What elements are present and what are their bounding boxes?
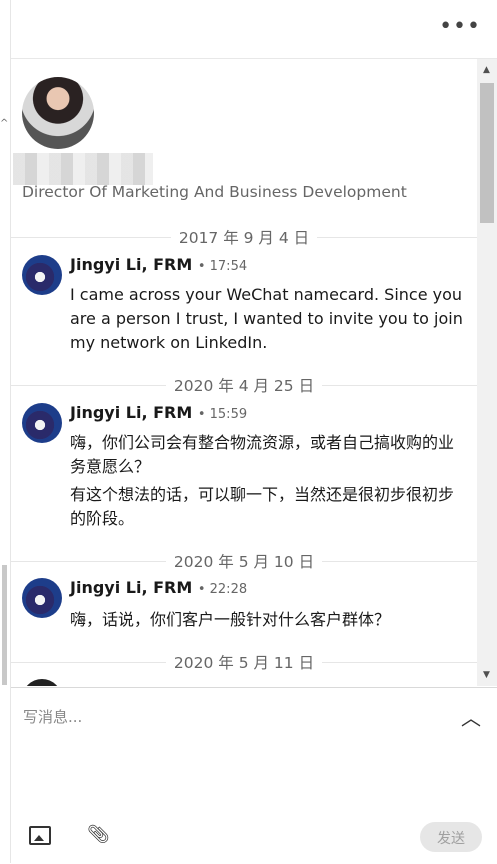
conversation-header: ••• bbox=[11, 0, 497, 59]
chevron-up-icon[interactable]: ︿ bbox=[461, 702, 481, 731]
message-scrollbar[interactable]: ▲ ▼ bbox=[477, 59, 497, 686]
message-line: my network on LinkedIn. bbox=[70, 333, 268, 352]
paperclip-icon[interactable]: 📎︎ bbox=[87, 824, 110, 845]
scroll-down-icon[interactable]: ▼ bbox=[483, 670, 490, 680]
sender-avatar[interactable] bbox=[22, 403, 62, 443]
message-line: 务意愿么？ bbox=[70, 457, 151, 476]
date-divider: 2017 年 9 月 4 日 bbox=[11, 225, 477, 249]
date-label: 2017 年 9 月 4 日 bbox=[170, 229, 318, 247]
sender-name[interactable]: Jingyi Li, FRM bbox=[70, 403, 192, 422]
avatar[interactable] bbox=[22, 77, 94, 149]
sender-avatar[interactable] bbox=[22, 255, 62, 295]
message-body: 嗨，你们公司会有整合物流资源，或者自己搞收购的业 务意愿么？ 有这个想法的话，可… bbox=[70, 431, 465, 531]
image-icon[interactable] bbox=[29, 826, 51, 845]
blurred-name bbox=[13, 153, 153, 185]
message-composer: 写消息... ︿ 📎︎ 发送 bbox=[11, 687, 497, 864]
message-time: • 17:54 bbox=[197, 259, 248, 274]
message-line: 嗨，你们公司会有整合物流资源，或者自己搞收购的业 bbox=[70, 433, 455, 452]
left-panel-edge: ^ bbox=[0, 0, 11, 863]
message-input[interactable]: 写消息... bbox=[23, 706, 82, 727]
date-label: 2020 年 5 月 10 日 bbox=[165, 553, 323, 571]
message-line: 嗨，话说，你们客户一般针对什么客户群体？ bbox=[70, 610, 391, 629]
sender-avatar[interactable] bbox=[22, 679, 62, 686]
date-divider: 2020 年 4 月 25 日 bbox=[11, 373, 477, 397]
profile-headline: Director Of Marketing And Business Devel… bbox=[22, 183, 407, 201]
left-scrollbar-thumb[interactable] bbox=[2, 565, 7, 685]
sender-name[interactable]: Jingyi Li, FRM bbox=[70, 255, 192, 274]
message-time: • 15:59 bbox=[197, 407, 248, 422]
scrollbar-thumb[interactable] bbox=[480, 83, 494, 223]
profile-card: Director Of Marketing And Business Devel… bbox=[11, 59, 477, 234]
message-line: are a person I trust, I wanted to invite… bbox=[70, 309, 463, 328]
message-body: 嗨，话说，你们客户一般针对什么客户群体？ bbox=[70, 608, 465, 632]
scroll-up-icon[interactable]: ▲ bbox=[483, 65, 490, 75]
sender-name-cutoff bbox=[70, 683, 200, 686]
sender-name[interactable]: Jingyi Li, FRM bbox=[70, 578, 192, 597]
message-list[interactable]: Director Of Marketing And Business Devel… bbox=[11, 59, 477, 686]
date-divider: 2020 年 5 月 11 日 bbox=[11, 650, 477, 674]
message-time: • 22:28 bbox=[197, 582, 248, 597]
message-body: I came across your WeChat namecard. Sinc… bbox=[70, 283, 465, 355]
message-line: I came across your WeChat namecard. Sinc… bbox=[70, 285, 463, 304]
date-label: 2020 年 5 月 11 日 bbox=[165, 654, 323, 672]
message-line: 的阶段。 bbox=[70, 509, 135, 528]
more-horizontal-icon[interactable]: ••• bbox=[439, 16, 481, 38]
scroll-arrow-icon: ^ bbox=[0, 118, 9, 129]
date-divider: 2020 年 5 月 10 日 bbox=[11, 549, 477, 573]
send-button[interactable]: 发送 bbox=[420, 822, 482, 852]
date-label: 2020 年 4 月 25 日 bbox=[165, 377, 323, 395]
sender-avatar[interactable] bbox=[22, 578, 62, 618]
message-line: 有这个想法的话，可以聊一下，当然还是很初步很初步 bbox=[70, 485, 455, 504]
